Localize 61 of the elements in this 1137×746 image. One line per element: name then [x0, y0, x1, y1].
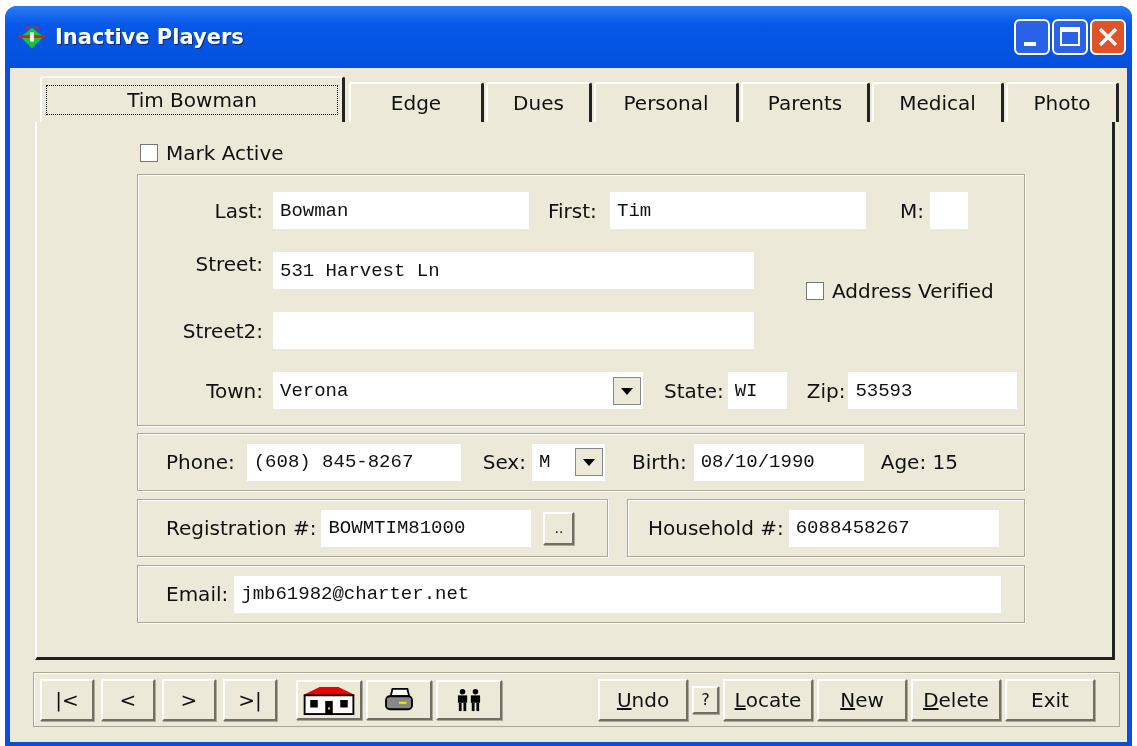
input-field[interactable]: 08/10/1990	[693, 443, 864, 481]
checkbox[interactable]	[806, 282, 824, 300]
checkbox-label: Mark Active	[166, 141, 284, 165]
field-label: Zip:	[806, 378, 846, 403]
input-field[interactable]: (608) 845-8267	[246, 443, 461, 481]
field-label: Sex:	[482, 450, 526, 474]
people-button[interactable]	[436, 679, 502, 720]
tab[interactable]: Personal	[594, 82, 739, 122]
window-title: Inactive Players	[55, 25, 244, 49]
close-icon[interactable]	[1090, 19, 1126, 55]
tab[interactable]: Photo	[1006, 82, 1119, 122]
tab[interactable]: Dues	[486, 82, 592, 122]
print-button[interactable]	[366, 679, 432, 720]
input-field[interactable]: 6088458267	[788, 509, 999, 547]
field-label: M:	[900, 198, 924, 223]
input-field[interactable]: WI	[727, 372, 787, 409]
field-label: Town:	[205, 378, 263, 403]
house-button[interactable]	[296, 679, 362, 720]
browse-button[interactable]: ..	[543, 511, 575, 545]
minimize-icon[interactable]	[1014, 19, 1050, 55]
field-label: Household #:	[648, 516, 784, 540]
field-label: Email:	[166, 582, 229, 606]
app-icon	[17, 24, 47, 50]
field-label: Street:	[194, 252, 263, 276]
input-field[interactable]: jmb61982@charter.net	[234, 575, 1002, 613]
action-button[interactable]: Exit	[1005, 678, 1095, 721]
maximize-icon[interactable]	[1052, 19, 1088, 55]
input-field[interactable]: BOWMTIM81000	[321, 509, 532, 547]
town-dropdown[interactable]: Verona	[273, 372, 643, 409]
navigation-button[interactable]: >|	[223, 678, 277, 721]
field-label: State:	[664, 378, 724, 403]
tab[interactable]: Parents	[741, 82, 870, 122]
navigation-button[interactable]: <	[101, 678, 155, 721]
field-label: Registration #:	[166, 516, 317, 540]
tab[interactable]: Medical	[872, 82, 1004, 122]
tab[interactable]: Tim Bowman	[40, 76, 345, 122]
input-field[interactable]: 53593	[848, 372, 1018, 409]
field-label: Street2:	[181, 318, 263, 343]
navigation-button[interactable]: |<	[40, 678, 94, 721]
field-label: Birth:	[631, 450, 687, 474]
input-field[interactable]	[273, 312, 754, 349]
printer-icon	[384, 686, 414, 713]
action-button[interactable]: Locate	[723, 678, 813, 721]
navigation-button[interactable]: >	[162, 678, 216, 721]
action-button[interactable]: Undo	[598, 678, 688, 721]
field-label: Phone:	[166, 450, 235, 474]
input-field[interactable]	[930, 192, 968, 229]
action-button[interactable]: New	[817, 678, 907, 721]
input-field[interactable]: 531 Harvest Ln	[273, 252, 754, 289]
tab[interactable]: Edge	[349, 82, 484, 122]
input-field[interactable]: Tim	[610, 192, 866, 229]
checkbox-label: Address Verified	[832, 279, 994, 303]
checkbox[interactable]	[140, 144, 158, 162]
field-label: Last:	[213, 198, 263, 223]
action-button[interactable]: Delete	[911, 678, 1001, 721]
field-label: First:	[548, 198, 598, 223]
input-field[interactable]: Bowman	[273, 192, 529, 229]
sex-dropdown[interactable]: M	[531, 443, 605, 481]
people-icon	[455, 687, 483, 712]
action-button[interactable]: ?	[692, 685, 719, 714]
age-text: Age: 15	[880, 450, 958, 474]
